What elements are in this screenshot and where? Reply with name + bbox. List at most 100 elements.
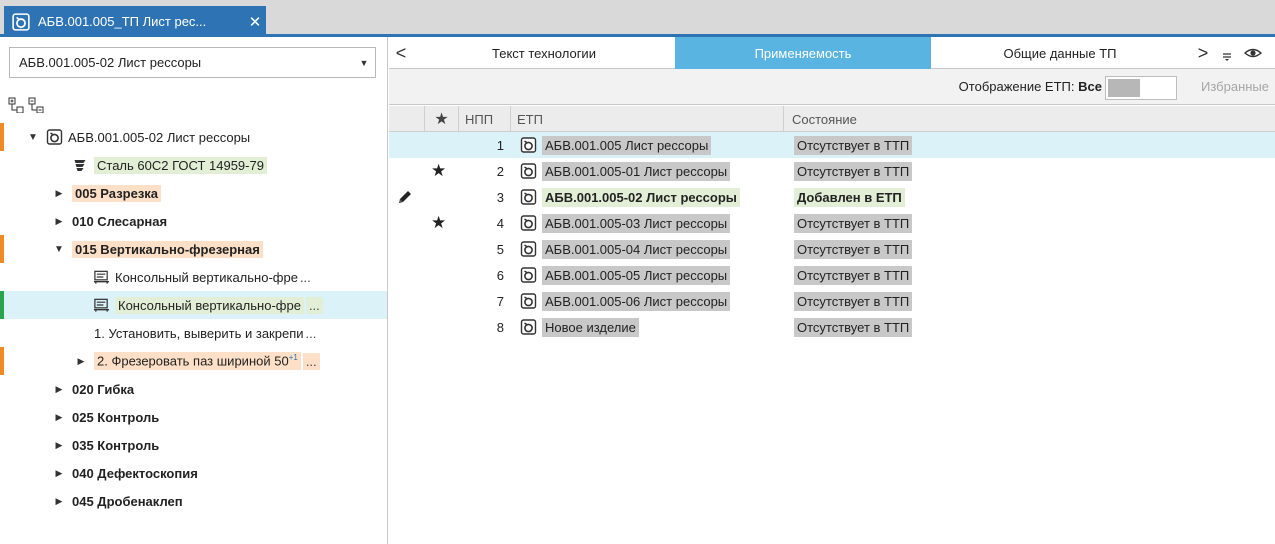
collapse-tree-icon[interactable] (28, 97, 44, 113)
row-npp: 2 (496, 163, 504, 179)
status-marker (0, 123, 4, 151)
tree-node-operation[interactable]: ▶ 035 Контроль (0, 431, 387, 459)
state-badge: Отсутствует в ТТП (794, 317, 913, 337)
table-row[interactable]: 1 АБВ.001.005 Лист рессоры Отсутствует в… (389, 132, 1275, 158)
table-row[interactable]: 8 Новое изделие Отсутствует в ТТП (389, 314, 1275, 340)
column-favorite[interactable]: ★ (424, 106, 458, 132)
row-npp: 6 (496, 267, 504, 283)
table-row[interactable]: ★ 4 АБВ.001.005-03 Лист рессоры Отсутств… (389, 210, 1275, 236)
chevron-right-icon[interactable]: ▶ (52, 440, 66, 451)
row-etp: АБВ.001.005-05 Лист рессоры (520, 262, 731, 288)
product-icon (520, 215, 537, 231)
table-row[interactable]: 7 АБВ.001.005-06 Лист рессоры Отсутствуе… (389, 288, 1275, 314)
chevron-down-icon[interactable]: ▼ (26, 132, 40, 143)
structure-panel: АБВ.001.005-02 Лист рессоры ▼ ▼ АБВ.001.… (0, 37, 388, 544)
chevron-down-icon[interactable]: ▼ (52, 244, 66, 255)
tree-node-ellipsis: ... (302, 352, 320, 370)
etp-name: АБВ.001.005-05 Лист рессоры (542, 265, 731, 285)
chevron-right-icon[interactable]: ▶ (52, 468, 66, 479)
tree-node-label: 020 Гибка (72, 381, 135, 397)
etp-filter-value: Все (1078, 79, 1102, 94)
tree-node-operation[interactable]: ▶ 010 Слесарная (0, 207, 387, 235)
expand-tree-icon[interactable] (8, 97, 24, 113)
tree-node-equipment[interactable]: Консольный вертикально-фре ... (0, 291, 387, 319)
close-icon[interactable]: ✕ (244, 13, 266, 31)
tree-node-step[interactable]: ▶ 2. Фрезеровать паз шириной 50+1 ... (0, 347, 387, 375)
state-badge: Отсутствует в ТТП (794, 161, 913, 181)
version-select-value: АБВ.001.005-02 Лист рессоры (19, 55, 202, 70)
row-etp: АБВ.001.005-01 Лист рессоры (520, 158, 731, 184)
status-marker (0, 235, 4, 263)
row-npp: 1 (496, 137, 504, 153)
tree-node-label: 010 Слесарная (72, 213, 168, 229)
product-icon (46, 129, 63, 145)
pencil-icon[interactable] (397, 189, 413, 205)
tab-process-text[interactable]: Текст технологии (413, 37, 675, 69)
toggle-knob[interactable] (1108, 79, 1140, 97)
tree-node-ellipsis: ... (305, 325, 317, 341)
tree-node-operation[interactable]: ▶ 040 Дефектоскопия (0, 459, 387, 487)
tree-node-operation[interactable]: ▶ 020 Гибка (0, 375, 387, 403)
table-row[interactable]: ★ 2 АБВ.001.005-01 Лист рессоры Отсутств… (389, 158, 1275, 184)
tree-node-operation[interactable]: ▶ 045 Дробенаклеп (0, 487, 387, 515)
machine-icon (93, 269, 110, 285)
tree-toolbar (8, 97, 44, 113)
chevron-down-icon[interactable]: ▼ (353, 58, 375, 68)
document-tab-bar: АБВ.001.005_ТП Лист рес... ✕ (0, 0, 1275, 37)
row-npp: 4 (496, 215, 504, 231)
product-icon (520, 137, 537, 153)
etp-filter-toggle[interactable] (1105, 76, 1177, 100)
tree-node-label: Сталь 60С2 ГОСТ 14959-79 (94, 156, 267, 174)
tree-node-operation[interactable]: ▶ 025 Контроль (0, 403, 387, 431)
column-etp[interactable]: ЕТП (510, 106, 783, 132)
chevron-right-icon[interactable]: ▶ (74, 356, 88, 367)
column-state[interactable]: Состояние (783, 106, 1275, 132)
product-icon (520, 241, 537, 257)
row-npp: 8 (496, 319, 504, 335)
eye-icon[interactable] (1244, 45, 1262, 61)
tab-menu-icon[interactable] (1220, 48, 1234, 62)
etp-name: АБВ.001.005-04 Лист рессоры (542, 239, 731, 259)
state-badge: Отсутствует в ТТП (794, 239, 913, 259)
tabs-next-button[interactable]: > (1191, 37, 1215, 69)
chevron-right-icon[interactable]: ▶ (52, 384, 66, 395)
row-state: Добавлен в ЕТП (794, 184, 905, 210)
favorite-star-icon[interactable]: ★ (431, 210, 446, 236)
tree-node-step[interactable]: 1. Установить, выверить и закрепи ... (0, 319, 387, 347)
document-tab[interactable]: АБВ.001.005_ТП Лист рес... ✕ (4, 6, 266, 37)
chevron-right-icon[interactable]: ▶ (52, 188, 66, 199)
tree-node-equipment[interactable]: Консольный вертикально-фре ... (0, 263, 387, 291)
etp-filter-bar: Отображение ЕТП: Все Избранные (389, 69, 1275, 105)
table-row[interactable]: 5 АБВ.001.005-04 Лист рессоры Отсутствуе… (389, 236, 1275, 262)
version-select[interactable]: АБВ.001.005-02 Лист рессоры ▼ (9, 47, 376, 78)
row-state: Отсутствует в ТТП (794, 132, 913, 158)
row-npp: 7 (496, 293, 504, 309)
favorite-star-icon[interactable]: ★ (431, 158, 446, 184)
table-header: ★ НПП ЕТП Состояние (389, 106, 1275, 132)
product-icon (520, 293, 537, 309)
etp-name: АБВ.001.005-01 Лист рессоры (542, 161, 731, 181)
table-row[interactable]: 3 АБВ.001.005-02 Лист рессоры Добавлен в… (389, 184, 1275, 210)
row-etp: АБВ.001.005-04 Лист рессоры (520, 236, 731, 262)
row-state: Отсутствует в ТТП (794, 158, 913, 184)
etp-name: АБВ.001.005-02 Лист рессоры (542, 187, 740, 207)
chevron-right-icon[interactable]: ▶ (52, 496, 66, 507)
state-badge: Добавлен в ЕТП (794, 187, 905, 207)
chevron-right-icon[interactable]: ▶ (52, 412, 66, 423)
column-npp[interactable]: НПП (458, 106, 510, 132)
row-npp: 3 (496, 189, 504, 205)
tree-node-label: 005 Разрезка (72, 184, 162, 202)
product-icon (520, 189, 537, 205)
tree-node-operation[interactable]: ▼ 015 Вертикально-фрезерная (0, 235, 387, 263)
tree-node-product[interactable]: ▼ АБВ.001.005-02 Лист рессоры (0, 123, 387, 151)
material-icon (72, 157, 89, 173)
table-row[interactable]: 6 АБВ.001.005-05 Лист рессоры Отсутствуе… (389, 262, 1275, 288)
chevron-right-icon[interactable]: ▶ (52, 216, 66, 227)
row-state: Отсутствует в ТТП (794, 210, 913, 236)
tree-node-material[interactable]: Сталь 60С2 ГОСТ 14959-79 (0, 151, 387, 179)
row-state: Отсутствует в ТТП (794, 288, 913, 314)
tab-applicability[interactable]: Применяемость (675, 37, 931, 69)
tab-general-data[interactable]: Общие данные ТП (931, 37, 1189, 69)
tabs-prev-button[interactable]: < (389, 37, 413, 69)
tree-node-operation[interactable]: ▶ 005 Разрезка (0, 179, 387, 207)
